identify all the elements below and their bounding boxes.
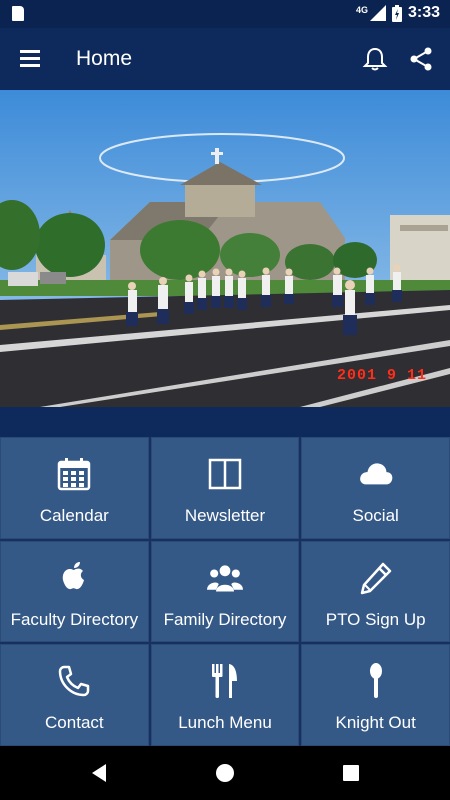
tile-label: Lunch Menu — [178, 713, 272, 733]
app-bar: Home — [0, 28, 450, 90]
tile-label: Social — [352, 506, 399, 525]
tile-contact[interactable]: Contact — [0, 644, 149, 746]
newsletter-icon — [207, 456, 243, 492]
utensils-icon — [207, 663, 243, 699]
tile-label: Contact — [45, 713, 104, 733]
apple-icon — [56, 560, 92, 596]
phone-icon — [56, 663, 92, 699]
home-icon[interactable] — [212, 760, 238, 786]
tile-label: Calendar — [39, 506, 109, 525]
tile-calendar[interactable]: Calendar — [0, 437, 149, 539]
tile-label: Faculty Directory — [10, 609, 139, 629]
tile-knight-out[interactable]: Knight Out — [301, 644, 450, 746]
tile-pto-sign-up[interactable]: PTO Sign Up — [301, 540, 450, 643]
bell-icon[interactable] — [362, 46, 388, 72]
tile-newsletter[interactable]: Newsletter — [150, 437, 300, 539]
status-bar: 4G 3:33 — [0, 0, 450, 28]
network-type: 4G — [355, 5, 368, 15]
photo-date-stamp: 2001 9 11 — [337, 367, 428, 384]
signal-icon — [369, 5, 386, 21]
share-icon[interactable] — [408, 46, 434, 72]
tile-social[interactable]: Social — [301, 437, 450, 539]
school-photo — [0, 90, 450, 407]
cloud-icon — [358, 456, 394, 492]
tile-faculty-directory[interactable]: Faculty Directory — [0, 540, 149, 643]
calendar-icon — [56, 456, 92, 492]
pencil-icon — [358, 560, 394, 596]
tile-label: Knight Out — [335, 713, 416, 733]
recents-icon[interactable] — [338, 760, 364, 786]
hero-spacer — [0, 407, 450, 437]
tile-label: Family Directory — [163, 609, 287, 629]
menu-grid: Calendar Newsletter Social Faculty Direc… — [0, 437, 450, 746]
menu-icon[interactable] — [20, 48, 42, 68]
users-icon — [206, 560, 243, 596]
hero-photo[interactable]: 2001 9 11 — [0, 90, 450, 407]
sim-card-icon — [12, 6, 24, 21]
spoon-icon — [358, 663, 394, 699]
battery-icon — [391, 4, 402, 22]
tile-lunch-menu[interactable]: Lunch Menu — [150, 644, 300, 746]
tile-label: Newsletter — [184, 506, 266, 525]
status-icons: 4G 3:33 — [356, 4, 440, 22]
system-nav-bar — [0, 746, 450, 800]
status-time: 3:33 — [407, 4, 440, 21]
tile-family-directory[interactable]: Family Directory — [150, 540, 300, 643]
page-title: Home — [76, 47, 133, 70]
tile-label: PTO Sign Up — [325, 609, 426, 629]
back-icon[interactable] — [86, 760, 112, 786]
